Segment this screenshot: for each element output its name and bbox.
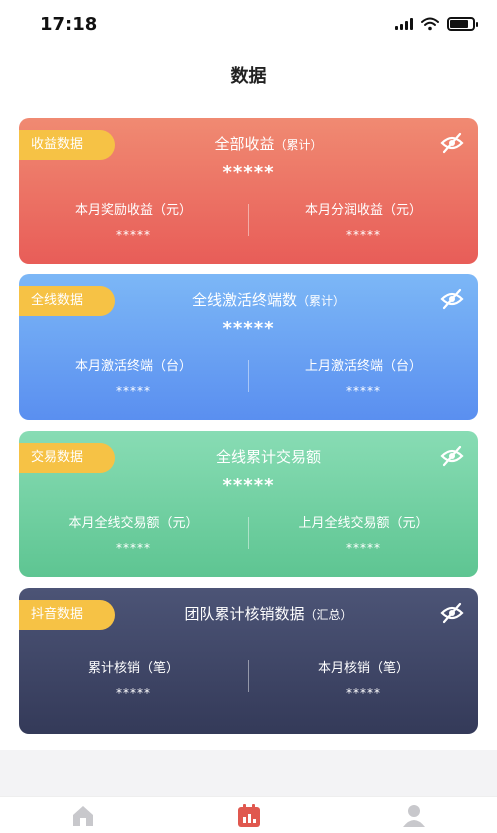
eye-hidden-icon[interactable]: [440, 445, 464, 467]
card-tag: 交易数据: [19, 443, 115, 473]
card-title-suffix: （累计）: [297, 294, 346, 308]
status-time: 17:18: [40, 14, 98, 35]
card-title-suffix: （累计）: [274, 138, 323, 152]
right-label: 上月全线交易额（元）: [298, 516, 429, 531]
status-bar: 17:18: [0, 0, 497, 48]
card-title-main: 全线激活终端数: [191, 291, 297, 309]
status-icons: [395, 17, 478, 31]
right-value: *****: [346, 384, 381, 398]
card-right-column: 上月全线交易额（元） *****: [249, 513, 478, 555]
wifi-icon: [421, 17, 439, 31]
card-left-column: 累计核销（笔） *****: [19, 658, 248, 700]
tab-home[interactable]: 首页: [43, 803, 123, 833]
eye-hidden-icon[interactable]: [440, 288, 464, 310]
card-title: 全部收益（累计）: [129, 132, 408, 157]
card-left-column: 本月激活终端（台） *****: [19, 356, 248, 398]
right-label: 本月分润收益（元）: [304, 203, 422, 218]
user-icon: [403, 805, 425, 827]
card-total-value: *****: [222, 162, 275, 183]
left-value: *****: [116, 384, 151, 398]
card-title-main: 团队累计核销数据: [184, 605, 305, 623]
revenue-data-card: 收益数据 全部收益（累计） ***** 本月奖励收益（元） ***** 本月分润…: [19, 118, 478, 264]
card-left-column: 本月奖励收益（元） *****: [19, 200, 248, 242]
calendar-data-icon: [238, 804, 260, 827]
left-label: 本月奖励收益（元）: [74, 203, 192, 218]
card-tag: 抖音数据: [19, 600, 115, 630]
bottom-spacer: [0, 750, 497, 796]
left-value: *****: [116, 686, 151, 700]
tab-mine[interactable]: 我的: [374, 803, 454, 833]
card-right-column: 上月激活终端（台） *****: [249, 356, 478, 398]
card-title: 全线激活终端数（累计）: [129, 288, 408, 313]
card-title-main: 全线累计交易额: [215, 448, 321, 466]
right-value: *****: [346, 686, 381, 700]
eye-hidden-icon[interactable]: [440, 602, 464, 624]
card-right-column: 本月核销（笔） *****: [249, 658, 478, 700]
card-right-column: 本月分润收益（元） *****: [249, 200, 478, 242]
battery-icon: [447, 17, 478, 31]
home-icon: [73, 806, 93, 826]
card-tag: 收益数据: [19, 130, 115, 160]
card-title-main: 全部收益: [214, 135, 275, 153]
tab-data[interactable]: 数据: [209, 803, 289, 833]
card-left-column: 本月全线交易额（元） *****: [19, 513, 248, 555]
network-data-card: 全线数据 全线激活终端数（累计） ***** 本月激活终端（台） ***** 上…: [19, 274, 478, 420]
card-title: 全线累计交易额: [129, 445, 408, 470]
left-label: 本月激活终端（台）: [74, 359, 192, 374]
transaction-data-card: 交易数据 全线累计交易额 ***** 本月全线交易额（元） ***** 上月全线…: [19, 431, 478, 577]
right-label: 上月激活终端（台）: [304, 359, 422, 374]
right-label: 本月核销（笔）: [317, 661, 409, 676]
left-value: *****: [116, 541, 151, 555]
left-value: *****: [116, 228, 151, 242]
card-title-suffix: （汇总）: [304, 608, 353, 622]
left-label: 累计核销（笔）: [87, 661, 179, 676]
left-label: 本月全线交易额（元）: [68, 516, 199, 531]
card-tag: 全线数据: [19, 286, 115, 316]
card-total-value: *****: [222, 475, 275, 496]
page-title: 数据: [230, 66, 267, 87]
eye-hidden-icon[interactable]: [440, 132, 464, 154]
douyin-data-card: 抖音数据 团队累计核销数据（汇总） 累计核销（笔） ***** 本月核销（笔） …: [19, 588, 478, 734]
right-value: *****: [346, 541, 381, 555]
card-title: 团队累计核销数据（汇总）: [129, 602, 408, 627]
bottom-tab-bar: 首页 数据 我的: [0, 796, 497, 833]
right-value: *****: [346, 228, 381, 242]
card-total-value: *****: [222, 318, 275, 339]
signal-icon: [395, 18, 413, 30]
